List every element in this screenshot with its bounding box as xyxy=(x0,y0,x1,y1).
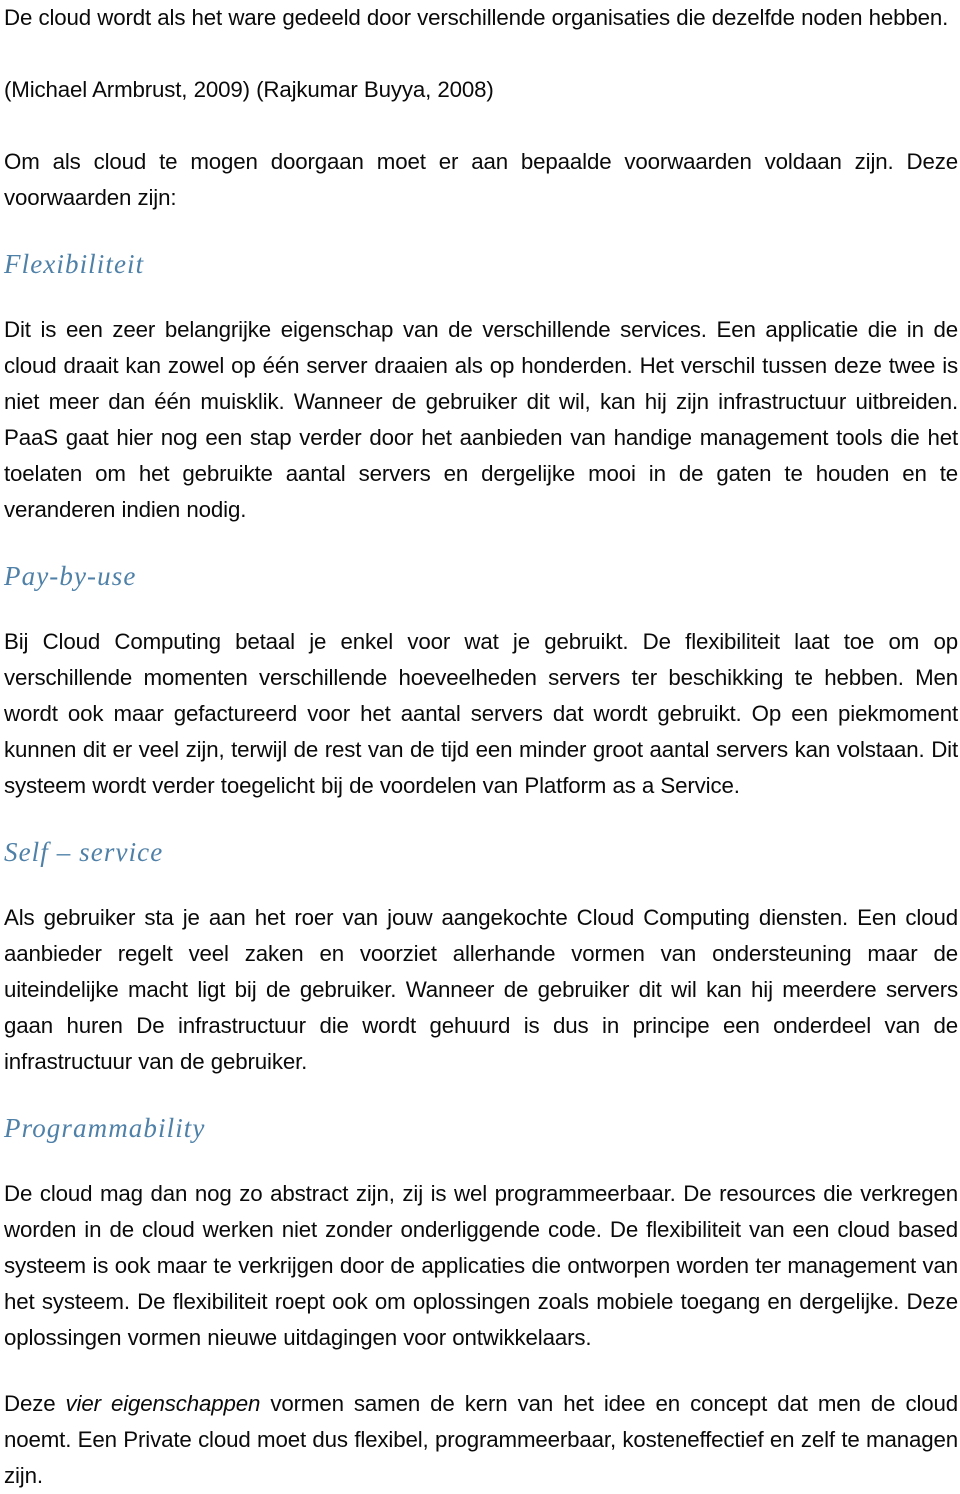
conditions-intro-paragraph: Om als cloud te mogen doorgaan moet er a… xyxy=(4,149,958,210)
section-heading-programmability: Programmability xyxy=(4,1113,206,1143)
conclusion-emphasis: vier eigenschappen xyxy=(65,1391,261,1416)
section-heading-self-service: Self – service xyxy=(4,837,164,867)
intro-paragraph: De cloud wordt als het ware gedeeld door… xyxy=(4,5,949,30)
section-paragraph-self-service: Als gebruiker sta je aan het roer van jo… xyxy=(4,905,958,1074)
conclusion-lead: Deze xyxy=(4,1391,66,1416)
citations-paragraph: (Michael Armbrust, 2009) (Rajkumar Buyya… xyxy=(4,77,494,102)
section-heading-flexibiliteit: Flexibiliteit xyxy=(4,249,145,279)
conclusion-paragraph: Deze vier eigenschappen vormen samen de … xyxy=(4,1386,958,1494)
section-paragraph-flexibiliteit: Dit is een zeer belangrijke eigenschap v… xyxy=(4,317,958,522)
section-paragraph-programmability: De cloud mag dan nog zo abstract zijn, z… xyxy=(4,1181,958,1350)
section-heading-pay-by-use: Pay-by-use xyxy=(4,561,137,591)
document-page: De cloud wordt als het ware gedeeld door… xyxy=(0,0,960,1488)
section-paragraph-pay-by-use: Bij Cloud Computing betaal je enkel voor… xyxy=(4,629,958,798)
